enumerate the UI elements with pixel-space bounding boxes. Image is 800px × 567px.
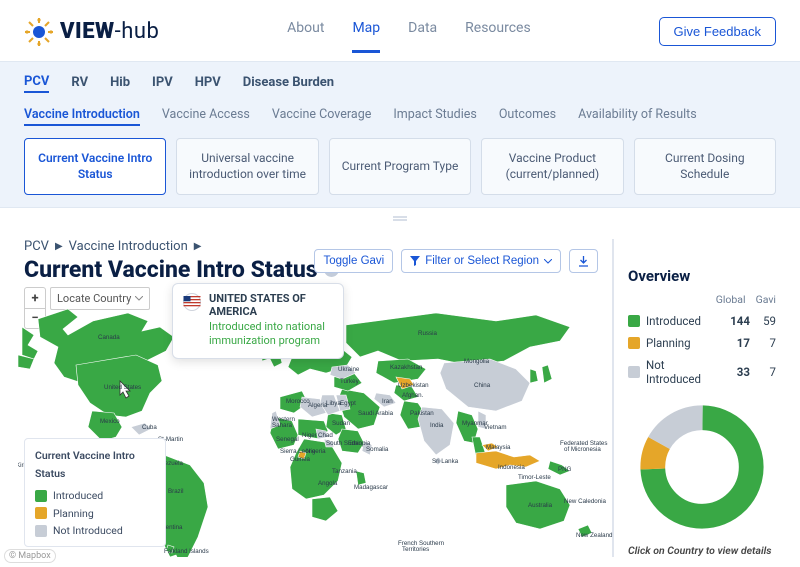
overview-title: Overview xyxy=(628,267,776,285)
chevron-down-icon xyxy=(544,259,552,264)
svg-text:Federated States: Federated States xyxy=(560,440,607,447)
svg-text:Timor-Leste: Timor-Leste xyxy=(518,474,551,481)
country-nz[interactable] xyxy=(578,525,592,537)
country-indonesia[interactable] xyxy=(476,451,540,469)
overview-panel: Overview Global Gavi Introduced 144 59 P… xyxy=(612,239,776,557)
swatch xyxy=(628,315,640,327)
country-australia[interactable] xyxy=(506,481,570,529)
view-cards: Current Vaccine Intro Status Universal v… xyxy=(24,138,776,195)
overview-row[interactable]: Not Introduced 33 7 xyxy=(628,358,776,386)
svg-text:New Caledonia: New Caledonia xyxy=(564,498,607,505)
overview-global: 33 xyxy=(722,365,750,379)
nav-resources[interactable]: Resources xyxy=(465,10,531,53)
nav-data[interactable]: Data xyxy=(408,10,437,53)
subtab-outcomes[interactable]: Outcomes xyxy=(499,105,556,126)
download-button[interactable] xyxy=(569,249,598,273)
svg-text:Madagascar: Madagascar xyxy=(354,484,388,491)
brand-name: VIEW xyxy=(60,19,115,44)
vaccine-tabs: PCV RV Hib IPV HPV Disease Burden xyxy=(24,72,776,93)
overview-col-gavi: Gavi xyxy=(756,293,776,306)
country-madagascar[interactable] xyxy=(356,471,366,485)
tab-hpv[interactable]: HPV xyxy=(195,73,221,92)
country-vietnam[interactable] xyxy=(478,411,486,429)
swatch xyxy=(628,337,640,349)
overview-row[interactable]: Introduced 144 59 xyxy=(628,314,776,328)
category-tabs: Vaccine Introduction Vaccine Access Vacc… xyxy=(24,105,776,126)
card-product[interactable]: Vaccine Product (current/planned) xyxy=(481,138,623,195)
tab-ipv[interactable]: IPV xyxy=(152,73,173,92)
crumb-pcv[interactable]: PCV xyxy=(24,239,49,254)
map-legend: Current Vaccine Intro Status Introduced … xyxy=(24,438,166,547)
map-container[interactable]: + − Locate Country xyxy=(24,283,598,553)
svg-text:of Micronesia: of Micronesia xyxy=(564,446,601,453)
brand-logo[interactable]: VIEW-hub xyxy=(24,17,159,47)
overview-gavi: 7 xyxy=(756,336,776,350)
country-srilanka[interactable] xyxy=(434,457,442,465)
download-icon xyxy=(578,256,589,267)
tooltip-country: UNITED STATES OF AMERICA xyxy=(209,292,333,318)
subtab-availability[interactable]: Availability of Results xyxy=(578,105,697,126)
country-korea[interactable] xyxy=(530,369,538,383)
country-tooltip: UNITED STATES OF AMERICA Introduced into… xyxy=(172,283,344,359)
card-over-time[interactable]: Universal vaccine introduction over time xyxy=(176,138,318,195)
subtab-access[interactable]: Vaccine Access xyxy=(162,105,250,126)
card-current-status[interactable]: Current Vaccine Intro Status xyxy=(24,138,166,195)
svg-text:French Southern: French Southern xyxy=(398,540,445,547)
card-dosing[interactable]: Current Dosing Schedule xyxy=(634,138,776,195)
filter-icon xyxy=(410,256,420,266)
country-china[interactable] xyxy=(440,359,530,411)
svg-text:Vietnam: Vietnam xyxy=(484,424,507,431)
nav-map[interactable]: Map xyxy=(352,10,380,53)
drag-icon xyxy=(391,215,409,223)
give-feedback-button[interactable]: Give Feedback xyxy=(659,17,776,46)
tooltip-status: Introduced into national immunization pr… xyxy=(209,320,333,348)
tab-pcv[interactable]: PCV xyxy=(24,72,49,93)
overview-row[interactable]: Planning 17 7 xyxy=(628,336,776,350)
map-attribution: © Mapbox xyxy=(4,549,56,563)
subtab-impact[interactable]: Impact Studies xyxy=(393,105,476,126)
overview-global: 17 xyxy=(722,336,750,350)
tab-hib[interactable]: Hib xyxy=(110,73,130,92)
crumb-intro[interactable]: Vaccine Introduction xyxy=(69,239,188,254)
overview-gavi: 7 xyxy=(756,365,776,379)
tab-rv[interactable]: RV xyxy=(71,73,88,92)
overview-global: 144 xyxy=(722,314,750,328)
overview-col-global: Global xyxy=(716,293,746,306)
country-alaska[interactable] xyxy=(18,327,38,369)
country-cuba[interactable] xyxy=(131,423,151,435)
overview-donut-chart xyxy=(628,402,776,532)
top-nav: About Map Data Resources xyxy=(287,10,531,53)
swatch xyxy=(628,366,640,378)
brand-suffix: -hub xyxy=(115,19,160,44)
overview-footer: Click on Country to view details xyxy=(628,544,776,557)
panel-drag-handle[interactable] xyxy=(0,208,800,231)
country-russia[interactable] xyxy=(346,313,570,365)
country-usa[interactable] xyxy=(76,355,162,417)
tab-disease-burden[interactable]: Disease Burden xyxy=(243,73,334,92)
country-india[interactable] xyxy=(418,407,454,455)
filter-panel: PCV RV Hib IPV HPV Disease Burden Vaccin… xyxy=(0,61,800,208)
country-png[interactable] xyxy=(548,461,570,475)
nav-about[interactable]: About xyxy=(287,10,324,53)
country-somalia[interactable] xyxy=(362,441,372,455)
toggle-gavi-button[interactable]: Toggle Gavi xyxy=(314,249,393,273)
subtab-coverage[interactable]: Vaccine Coverage xyxy=(272,105,371,126)
country-southafrica[interactable] xyxy=(312,497,338,521)
filter-region-button[interactable]: Filter or Select Region xyxy=(401,249,561,273)
overview-gavi: 59 xyxy=(756,314,776,328)
logo-icon xyxy=(24,17,54,47)
country-japan[interactable] xyxy=(542,365,552,383)
legend-title: Current Vaccine Intro Status xyxy=(35,447,155,483)
card-program-type[interactable]: Current Program Type xyxy=(329,138,471,195)
overview-label: Planning xyxy=(646,336,716,350)
country-ethiopia[interactable] xyxy=(338,429,364,453)
country-centralafrica[interactable] xyxy=(290,439,342,499)
subtab-introduction[interactable]: Vaccine Introduction xyxy=(24,105,140,126)
usa-flag-icon xyxy=(183,293,201,311)
svg-text:Territories: Territories xyxy=(402,546,429,553)
country-ssudan[interactable] xyxy=(324,439,334,447)
overview-label: Not Introduced xyxy=(646,358,716,386)
overview-label: Introduced xyxy=(646,314,716,328)
